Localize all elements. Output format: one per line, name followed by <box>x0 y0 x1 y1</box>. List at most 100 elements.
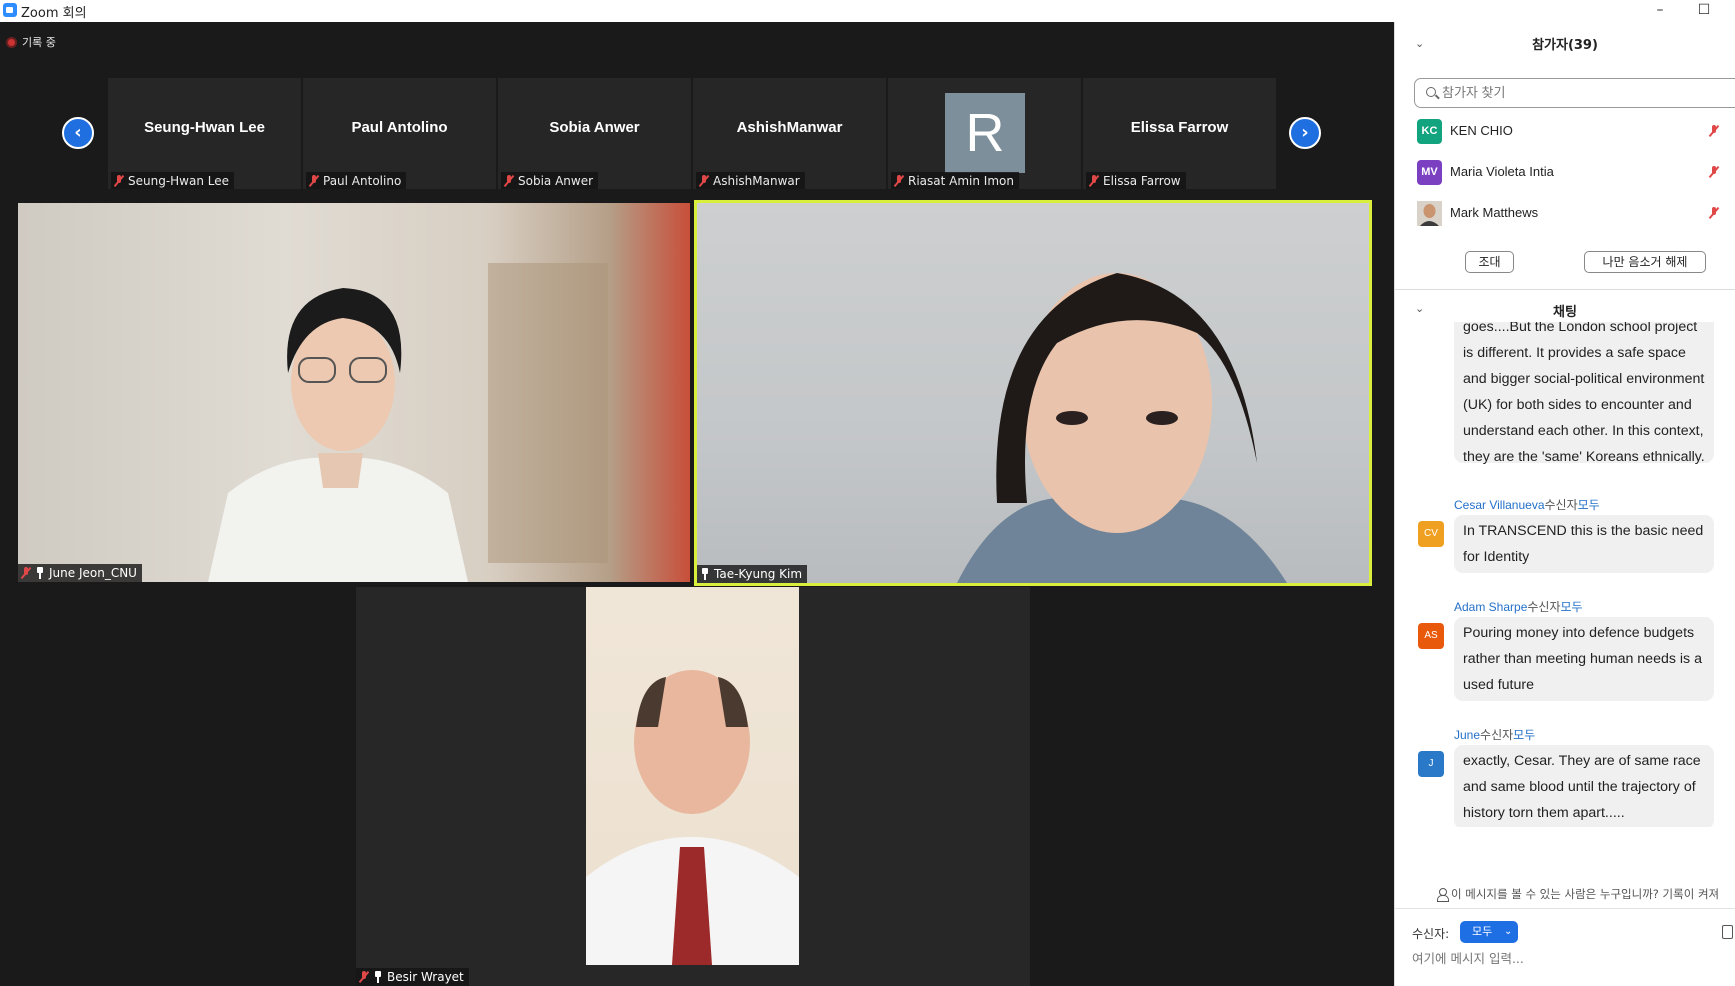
mic-muted-icon[interactable] <box>1709 125 1719 137</box>
zoom-window: Zoom 회의 – ☐ 기록 중 ‹ › Seung-Hwan Lee Seun… <box>0 0 1735 986</box>
active-speaker-tile[interactable]: Tae-Kyung Kim <box>694 200 1372 586</box>
mic-muted-icon[interactable] <box>1709 166 1719 178</box>
video-feed <box>957 273 1287 583</box>
thumbnail-tile[interactable]: Paul Antolino Paul Antolino <box>303 78 496 189</box>
chat-messages[interactable]: goes....But the London school project is… <box>1395 322 1735 827</box>
participant-label: AshishManwar <box>696 172 805 189</box>
participant-search[interactable] <box>1414 78 1735 108</box>
participant-name: KEN CHIO <box>1450 123 1513 138</box>
pin-icon <box>373 971 383 983</box>
participant-label-text: Sobia Anwer <box>518 174 594 188</box>
participant-label-text: Paul Antolino <box>323 174 402 188</box>
invite-button[interactable]: 조대 <box>1465 251 1514 273</box>
recipient-label: 수신자: <box>1412 927 1450 941</box>
participant-label-text: Elissa Farrow <box>1103 174 1181 188</box>
section-divider <box>1395 908 1735 909</box>
next-page-button[interactable]: › <box>1289 117 1321 149</box>
chat-title: 채팅 <box>1553 305 1577 320</box>
previous-page-button[interactable]: ‹ <box>62 117 94 149</box>
side-panel: ⌄ 참가자(39) KC KEN CHIO MV Maria Violeta I… <box>1394 22 1735 986</box>
participant-label: Elissa Farrow <box>1086 172 1186 189</box>
video-tile[interactable]: June Jeon_CNU <box>18 203 690 582</box>
mic-muted-icon <box>309 175 319 187</box>
section-divider <box>1395 289 1735 290</box>
avatar: KC <box>1417 119 1442 144</box>
recipient-select[interactable]: 모두 ⌄ <box>1460 921 1518 943</box>
avatar: J <box>1418 751 1444 777</box>
thumbnail-tile[interactable]: Sobia Anwer Sobia Anwer <box>498 78 691 189</box>
participant-label-text: Seung-Hwan Lee <box>128 174 230 188</box>
avatar: AS <box>1418 623 1444 649</box>
mic-muted-icon <box>894 175 904 187</box>
thumbnail-tile[interactable]: Seung-Hwan Lee Seung-Hwan Lee <box>108 78 301 189</box>
chat-sender: June수신자모두 <box>1454 726 1535 743</box>
participant-label: Paul Antolino <box>306 172 407 189</box>
mic-muted-icon <box>699 175 709 187</box>
participants-title: 참가자(39) <box>1532 38 1598 53</box>
recipient-value: 모두 <box>1472 925 1493 938</box>
sender-to: 수신자 <box>1544 498 1578 512</box>
sender-to: 수신자 <box>1480 728 1514 742</box>
participant-label-text: Riasat Amin Imon <box>908 174 1014 188</box>
participant-label: Sobia Anwer <box>501 172 599 189</box>
participant-label: June Jeon_CNU <box>18 564 142 582</box>
chat-message-input[interactable] <box>1412 951 1722 966</box>
thumbnail-name: Seung-Hwan Lee <box>144 119 265 136</box>
participant-label-text: AshishManwar <box>713 174 800 188</box>
meeting-area: 기록 중 ‹ › Seung-Hwan Lee Seung-Hwan Lee P… <box>0 22 1394 986</box>
participant-name: Maria Violeta Intia <box>1450 164 1554 179</box>
thumbnail-name: AshishManwar <box>736 119 843 136</box>
participant-label-text: Tae-Kyung Kim <box>714 567 803 581</box>
person-icon <box>1437 888 1449 902</box>
thumbnail-tile[interactable]: AshishManwar AshishManwar <box>693 78 886 189</box>
mic-muted-icon <box>504 175 514 187</box>
thumbnail-tile[interactable]: Elissa Farrow Elissa Farrow <box>1083 78 1276 189</box>
pin-icon <box>700 568 710 580</box>
pin-icon <box>35 567 45 579</box>
thumbnail-name: Sobia Anwer <box>549 119 640 136</box>
chat-message: In TRANSCEND this is the basic need for … <box>1454 515 1714 573</box>
participant-search-input[interactable] <box>1442 85 1732 100</box>
sender-name: June <box>1454 728 1481 742</box>
video-feed <box>586 587 799 965</box>
avatar: MV <box>1417 160 1442 185</box>
unmute-me-button[interactable]: 나만 음소거 해제 <box>1584 251 1706 273</box>
avatar-photo <box>1417 201 1442 226</box>
chevron-down-icon: ⌄ <box>1504 926 1513 937</box>
mic-muted-icon <box>114 175 124 187</box>
participant-label-text: Besir Wrayet <box>387 970 464 984</box>
sender-recipient: 모두 <box>1513 728 1536 742</box>
chat-sender: Adam Sharpe수신자모두 <box>1454 598 1583 615</box>
minimize-button[interactable]: – <box>1640 0 1680 22</box>
video-tile[interactable]: Besir Wrayet <box>356 587 1030 986</box>
chat-message: goes....But the London school project is… <box>1454 322 1714 465</box>
window-title: Zoom 회의 <box>21 6 87 21</box>
mic-muted-icon <box>1089 175 1099 187</box>
gallery-strip: Seung-Hwan Lee Seung-Hwan Lee Paul Antol… <box>108 78 1276 189</box>
thumbnail-tile[interactable]: R Riasat Amin Imon <box>888 78 1081 189</box>
participant-name: Mark Matthews <box>1450 205 1539 220</box>
avatar: R <box>945 93 1025 173</box>
participant-label: Riasat Amin Imon <box>891 172 1019 189</box>
recording-dot-icon <box>6 36 17 48</box>
mic-muted-icon <box>21 567 31 579</box>
participant-label: Seung-Hwan Lee <box>111 172 235 189</box>
title-bar: Zoom 회의 – ☐ <box>0 0 1735 22</box>
file-icon[interactable] <box>1722 925 1733 939</box>
sender-name: Adam Sharpe <box>1454 600 1528 614</box>
chat-sender: Cesar Villanueva수신자모두 <box>1454 496 1600 513</box>
participant-row[interactable]: MV Maria Violeta Intia <box>1417 156 1735 188</box>
zoom-logo-icon <box>3 3 17 17</box>
participant-label: Tae-Kyung Kim <box>697 565 808 583</box>
participant-row[interactable]: Mark Matthews <box>1417 197 1735 229</box>
sender-name: Cesar Villanueva <box>1454 498 1545 512</box>
visibility-notice[interactable]: 이 메시지를 볼 수 있는 사람은 누구입니까? 기록이 켜져 <box>1451 886 1719 902</box>
participant-label: Besir Wrayet <box>356 968 469 986</box>
avatar: CV <box>1418 521 1444 547</box>
mic-muted-icon[interactable] <box>1709 207 1719 219</box>
video-feed <box>208 263 608 582</box>
thumbnail-name: Paul Antolino <box>351 119 448 136</box>
maximize-button[interactable]: ☐ <box>1684 0 1724 22</box>
recording-indicator: 기록 중 <box>6 34 56 50</box>
participant-row[interactable]: KC KEN CHIO <box>1417 115 1735 147</box>
